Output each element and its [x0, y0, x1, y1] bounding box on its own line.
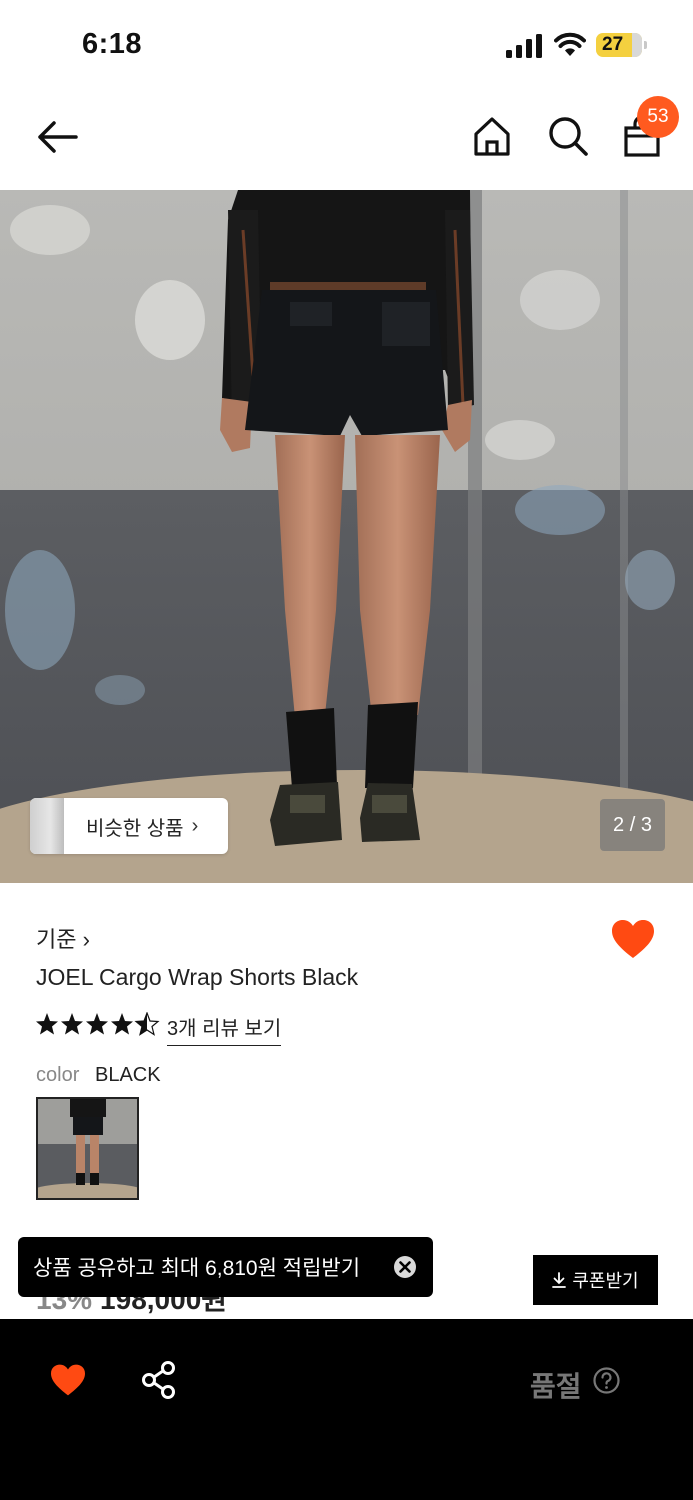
help-icon[interactable] [593, 1367, 620, 1394]
color-value: BLACK [95, 1064, 161, 1086]
battery-cap [644, 41, 647, 49]
share-reward-toast[interactable]: 상품 공유하고 최대 6,810원 적립받기 [18, 1237, 433, 1297]
home-icon[interactable] [470, 114, 514, 158]
back-arrow-icon[interactable] [34, 114, 80, 160]
color-option-black[interactable] [36, 1097, 139, 1200]
star-icon [111, 1013, 133, 1035]
share-icon[interactable] [141, 1361, 177, 1399]
similar-products-button[interactable]: 비슷한 상품 › [30, 798, 228, 854]
status-time: 6:18 [82, 28, 143, 60]
star-icon [36, 1013, 58, 1035]
close-icon[interactable] [393, 1255, 417, 1279]
image-page-indicator: 2 / 3 [600, 799, 665, 851]
battery-level: 27 [602, 34, 624, 55]
similar-products-thumbnail [30, 798, 64, 854]
battery-icon: 27 [596, 33, 642, 57]
product-name: JOEL Cargo Wrap Shorts Black [36, 964, 359, 990]
wifi-icon [554, 32, 586, 56]
rating-stars [36, 1012, 160, 1036]
sold-out-label: 품절 [530, 1371, 582, 1402]
coupon-download-button[interactable]: 쿠폰받기 [533, 1255, 658, 1305]
toast-message: 상품 공유하고 최대 6,810원 적립받기 [33, 1257, 361, 1280]
search-icon[interactable] [546, 114, 590, 158]
download-icon [552, 1272, 567, 1288]
star-icon [86, 1013, 108, 1035]
reviews-link[interactable]: 3개 리뷰 보기 [167, 1012, 282, 1046]
cellular-signal-icon [506, 34, 542, 58]
product-photo-illustration [0, 190, 693, 883]
bottom-action-bar: 품절 [0, 1319, 693, 1500]
brand-link[interactable]: 기준 › [36, 922, 90, 954]
color-label: color [36, 1064, 80, 1086]
coupon-label: 쿠폰받기 [572, 1271, 639, 1291]
cart-count-badge: 53 [637, 96, 679, 138]
status-bar: 6:18 27 [0, 0, 693, 92]
product-photo[interactable]: 비슷한 상품 › 2 / 3 [0, 190, 693, 883]
chevron-right-icon: › [191, 814, 199, 837]
color-swatch-thumbnail [38, 1099, 137, 1198]
similar-products-label: 비슷한 상품 [86, 817, 184, 840]
heart-icon[interactable] [49, 1363, 87, 1397]
star-icon [61, 1013, 83, 1035]
top-nav [0, 92, 693, 190]
heart-icon[interactable] [610, 918, 656, 960]
